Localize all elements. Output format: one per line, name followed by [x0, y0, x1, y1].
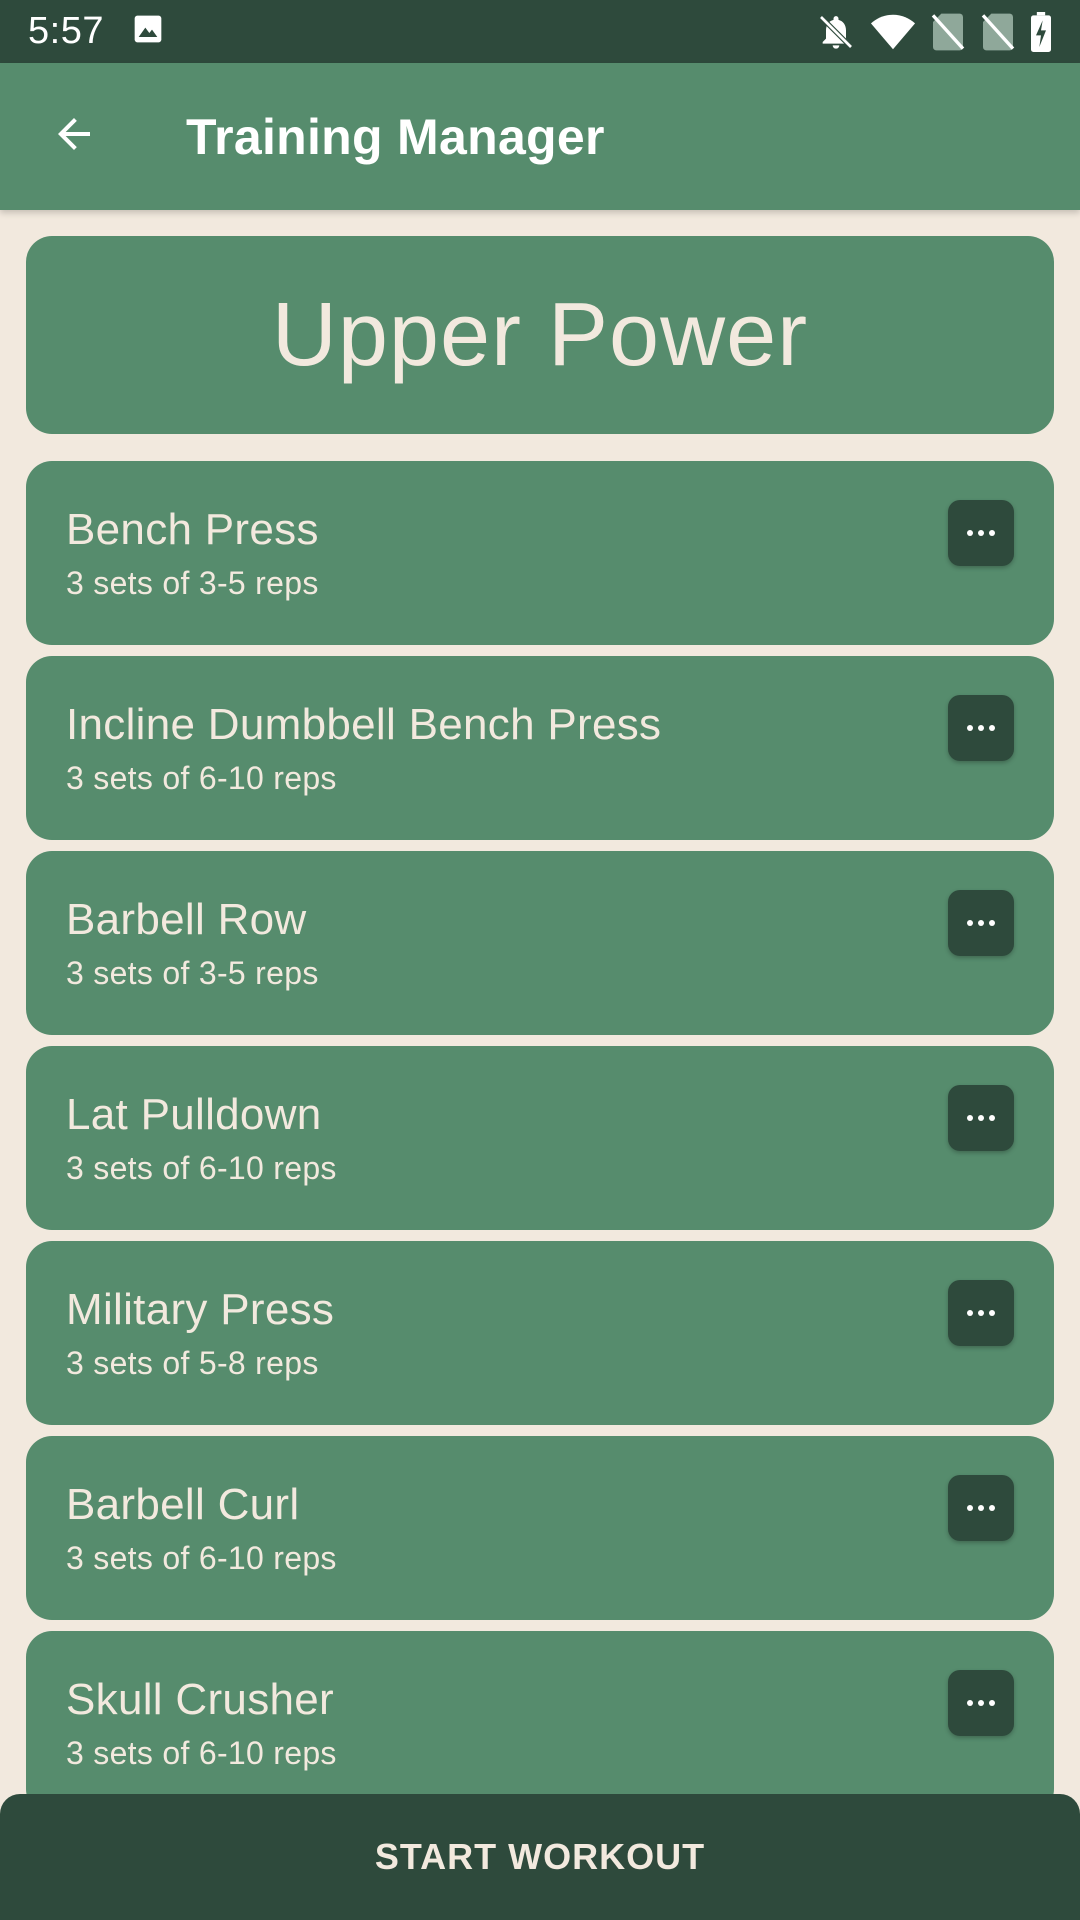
- exercise-options-button[interactable]: [948, 500, 1014, 566]
- exercise-card[interactable]: Lat Pulldown 3 sets of 6-10 reps: [26, 1046, 1054, 1230]
- status-right-icons: [816, 11, 1052, 52]
- exercise-options-button[interactable]: [948, 1280, 1014, 1346]
- image-icon: [132, 13, 164, 50]
- app-bar: Training Manager: [0, 63, 1080, 210]
- exercise-options-button[interactable]: [948, 890, 1014, 956]
- no-sim-icon: [930, 12, 966, 52]
- exercise-card[interactable]: Military Press 3 sets of 5-8 reps: [26, 1241, 1054, 1425]
- exercise-name: Barbell Curl: [66, 1480, 300, 1529]
- status-time: 5:57: [28, 10, 104, 52]
- exercise-options-button[interactable]: [948, 1670, 1014, 1736]
- exercise-list: Bench Press 3 sets of 3-5 reps Incline D…: [26, 461, 1054, 1794]
- exercise-scheme: 3 sets of 3-5 reps: [66, 955, 319, 991]
- exercise-scheme: 3 sets of 5-8 reps: [66, 1345, 319, 1381]
- status-bar: 5:57: [0, 0, 1080, 63]
- more-horizontal-icon: [966, 914, 996, 932]
- wifi-icon: [870, 12, 916, 52]
- more-horizontal-icon: [966, 524, 996, 542]
- exercise-scheme: 3 sets of 3-5 reps: [66, 565, 319, 601]
- app-title: Training Manager: [186, 108, 605, 165]
- more-horizontal-icon: [966, 1499, 996, 1517]
- start-workout-label: START WORKOUT: [374, 1836, 706, 1877]
- exercise-card[interactable]: Barbell Curl 3 sets of 6-10 reps: [26, 1436, 1054, 1620]
- exercise-options-button[interactable]: [948, 1085, 1014, 1151]
- more-horizontal-icon: [966, 719, 996, 737]
- exercise-card[interactable]: Incline Dumbbell Bench Press 3 sets of 6…: [26, 656, 1054, 840]
- exercise-options-button[interactable]: [948, 695, 1014, 761]
- exercise-card[interactable]: Skull Crusher 3 sets of 6-10 reps: [26, 1631, 1054, 1794]
- more-horizontal-icon: [966, 1304, 996, 1322]
- exercise-name: Incline Dumbbell Bench Press: [66, 700, 662, 749]
- exercise-card[interactable]: Bench Press 3 sets of 3-5 reps: [26, 461, 1054, 645]
- exercise-name: Lat Pulldown: [66, 1090, 322, 1139]
- no-sim-icon: [980, 12, 1016, 52]
- more-horizontal-icon: [966, 1109, 996, 1127]
- start-workout-button[interactable]: START WORKOUT: [0, 1794, 1080, 1920]
- exercise-options-button[interactable]: [948, 1475, 1014, 1541]
- status-left-icons: [132, 13, 164, 50]
- exercise-scheme: 3 sets of 6-10 reps: [66, 1540, 337, 1576]
- workout-content[interactable]: Upper Power Bench Press 3 sets of 3-5 re…: [0, 210, 1080, 1794]
- exercise-card[interactable]: Barbell Row 3 sets of 3-5 reps: [26, 851, 1054, 1035]
- exercise-scheme: 3 sets of 6-10 reps: [66, 760, 337, 796]
- workout-title: Upper Power: [271, 284, 809, 385]
- exercise-name: Skull Crusher: [66, 1675, 334, 1724]
- exercise-name: Bench Press: [66, 505, 319, 554]
- bell-off-icon: [816, 12, 856, 52]
- workout-header-card: Upper Power: [26, 236, 1054, 434]
- back-button[interactable]: [26, 89, 122, 185]
- exercise-name: Military Press: [66, 1285, 335, 1334]
- exercise-scheme: 3 sets of 6-10 reps: [66, 1150, 337, 1186]
- more-horizontal-icon: [966, 1694, 996, 1712]
- battery-charging-icon: [1030, 11, 1052, 52]
- arrow-back-icon: [50, 110, 98, 163]
- exercise-scheme: 3 sets of 6-10 reps: [66, 1735, 337, 1771]
- exercise-name: Barbell Row: [66, 895, 307, 944]
